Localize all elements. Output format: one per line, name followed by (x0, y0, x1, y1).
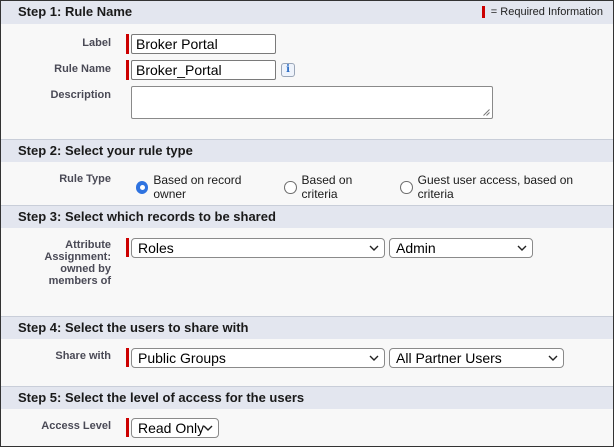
step2-title: Step 2: Select your rule type (18, 143, 193, 158)
radio-criteria-label[interactable]: Based on criteria (302, 173, 387, 201)
radio-guest-access[interactable] (400, 180, 413, 194)
owned-by-type-select[interactable]: Roles (131, 238, 385, 258)
share-with-value-select[interactable]: All Partner Users (389, 348, 564, 368)
radio-criteria[interactable] (284, 180, 297, 194)
rule-type-field-label: Rule Type (59, 173, 111, 185)
attribute-label-line3: owned by (60, 263, 111, 275)
info-icon[interactable]: i (281, 63, 295, 77)
label-input[interactable]: Broker Portal (131, 34, 276, 54)
resize-grip-icon[interactable] (483, 109, 490, 116)
rule-name-input[interactable]: Broker_Portal (131, 60, 276, 80)
step3-header: Step 3: Select which records to be share… (1, 205, 613, 228)
radio-record-owner[interactable] (136, 180, 149, 194)
step4-header: Step 4: Select the users to share with (1, 316, 613, 339)
step4-title: Step 4: Select the users to share with (18, 320, 249, 335)
access-level-field-label: Access Level (41, 420, 111, 432)
owned-by-value-select[interactable]: Admin (389, 238, 533, 258)
label-required-marker (126, 34, 129, 54)
rule-name-required-marker (126, 60, 129, 80)
chevron-down-icon (548, 355, 558, 361)
owned-by-type-value: Roles (138, 240, 174, 256)
chevron-down-icon (203, 425, 213, 431)
share-with-required-marker (126, 348, 129, 367)
chevron-down-icon (369, 355, 379, 361)
chevron-down-icon (517, 245, 527, 251)
owned-by-required-marker (126, 238, 129, 257)
access-level-required-marker (126, 418, 129, 437)
radio-record-owner-label[interactable]: Based on record owner (153, 173, 270, 201)
rule-type-radio-group: Based on record owner Based on criteria … (134, 173, 613, 201)
attribute-assignment-label: Attribute Assignment: owned by members o… (11, 239, 111, 287)
step5-header: Step 5: Select the level of access for t… (1, 386, 613, 409)
sharing-rule-form: Step 1: Rule Name = Required Information… (0, 0, 614, 447)
step1-header: Step 1: Rule Name = Required Information (1, 1, 613, 24)
attribute-label-line4: members of (48, 275, 111, 287)
step5-title: Step 5: Select the level of access for t… (18, 390, 305, 405)
share-with-value: All Partner Users (396, 350, 502, 366)
required-legend: = Required Information (481, 1, 603, 23)
share-with-type-value: Public Groups (138, 350, 226, 366)
label-field-label: Label (82, 37, 111, 49)
rule-name-field-label: Rule Name (54, 63, 111, 75)
step2-header: Step 2: Select your rule type (1, 139, 613, 162)
required-legend-text: = Required Information (490, 6, 603, 18)
step1-title: Step 1: Rule Name (18, 4, 133, 19)
owned-by-value: Admin (396, 240, 436, 256)
access-level-value: Read Only (138, 420, 205, 436)
description-textarea[interactable] (131, 86, 493, 119)
access-level-select[interactable]: Read Only (131, 418, 219, 438)
attribute-label-line2: Assignment: (44, 251, 111, 263)
share-with-field-label: Share with (55, 350, 111, 362)
radio-guest-access-label[interactable]: Guest user access, based on criteria (418, 173, 601, 201)
attribute-label-line1: Attribute (65, 239, 111, 251)
share-with-type-select[interactable]: Public Groups (131, 348, 385, 368)
chevron-down-icon (369, 245, 379, 251)
description-field-label: Description (50, 89, 111, 101)
step3-title: Step 3: Select which records to be share… (18, 209, 276, 224)
required-marker-icon (481, 6, 485, 18)
